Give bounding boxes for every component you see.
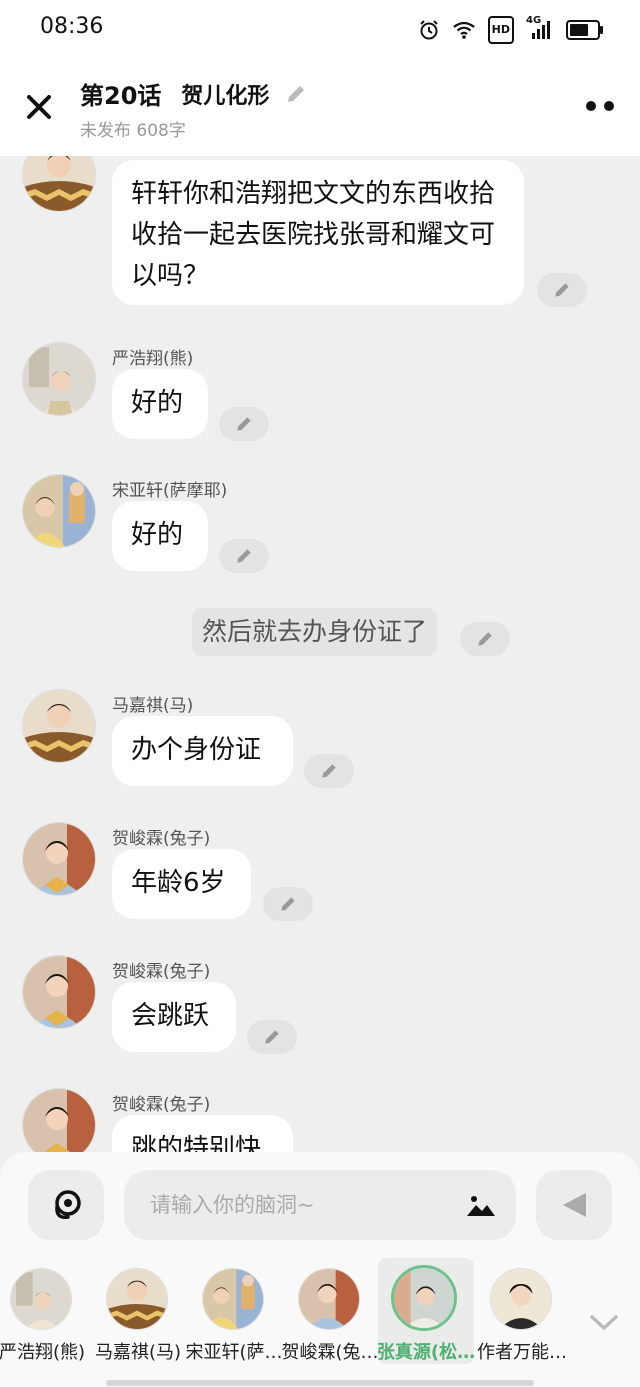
publish-status: 未发布 608字 — [80, 121, 186, 141]
send-button[interactable] — [536, 1170, 612, 1240]
edit-message-button[interactable] — [219, 539, 269, 573]
message-bubble[interactable]: 轩轩你和浩翔把文文的东西收拾收拾一起去医院找张哥和耀文可以吗？ — [112, 160, 524, 305]
battery-icon — [566, 20, 603, 40]
more-dot-icon — [586, 101, 596, 111]
chat-area[interactable]: 轩轩你和浩翔把文文的东西收拾收拾一起去医院找张哥和耀文可以吗？ 严浩翔(熊) 好… — [0, 156, 640, 1152]
status-bar: 08:36 HD 4G — [0, 0, 640, 58]
expand-roles-button[interactable] — [586, 1308, 622, 1338]
pencil-icon — [237, 417, 251, 431]
pencil-icon — [555, 283, 569, 297]
edit-message-button[interactable] — [219, 407, 269, 441]
voice-swirl-icon — [55, 1190, 81, 1220]
role-item[interactable]: 作者万能… — [474, 1258, 570, 1364]
message-bubble[interactable]: 办个身份证 — [112, 716, 293, 786]
narration-text[interactable]: 然后就去办身份证了 — [192, 608, 438, 656]
role-avatar — [202, 1268, 264, 1330]
role-item[interactable]: 贺峻霖(兔… — [281, 1258, 379, 1364]
sender-name: 严浩翔(熊) — [112, 349, 194, 369]
alarm-icon — [418, 18, 440, 42]
avatar[interactable] — [22, 955, 96, 1029]
pencil-icon — [322, 764, 336, 778]
episode-number: 第20话 — [80, 82, 162, 110]
role-item[interactable]: 宋亚轩(萨… — [185, 1258, 283, 1364]
close-button[interactable] — [20, 88, 58, 126]
role-selector: 严浩翔(熊) 马嘉祺(马) 宋亚轩(萨… 贺峻霖(兔… 张真源(松… 作者万能… — [0, 1258, 640, 1364]
sender-name: 贺峻霖(兔子) — [112, 1095, 211, 1115]
more-dot-icon — [604, 101, 614, 111]
avatar[interactable] — [22, 156, 96, 212]
role-avatar — [490, 1268, 552, 1330]
message-bubble[interactable]: 好的 — [112, 501, 208, 571]
pencil-icon — [237, 549, 251, 563]
role-item-selected[interactable]: 张真源(松… — [377, 1258, 475, 1364]
pencil-icon — [265, 1030, 279, 1044]
episode-title: 第20话 贺儿化形 — [80, 76, 309, 111]
more-options-button[interactable] — [584, 96, 616, 116]
avatar[interactable] — [22, 474, 96, 548]
pencil-icon — [281, 897, 295, 911]
status-time: 08:36 — [40, 14, 104, 39]
avatar[interactable] — [22, 1088, 96, 1152]
network-label: 4G — [526, 15, 542, 26]
status-icons: HD 4G — [418, 15, 603, 44]
editor-header: 第20话 贺儿化形 未发布 608字 — [0, 58, 640, 156]
hd-icon: HD — [487, 16, 514, 44]
sender-name: 宋亚轩(萨摩耶) — [112, 481, 228, 501]
role-name: 马嘉祺(马) — [94, 1342, 182, 1363]
role-name: 宋亚轩(萨… — [185, 1342, 283, 1363]
pencil-icon — [288, 85, 305, 102]
avatar[interactable] — [22, 822, 96, 896]
role-avatar — [298, 1268, 360, 1330]
role-name: 严浩翔(熊) — [0, 1342, 86, 1363]
avatar[interactable] — [22, 689, 96, 763]
role-avatar — [10, 1268, 72, 1330]
message-input-container — [124, 1170, 516, 1240]
role-avatar — [106, 1268, 168, 1330]
role-name: 张真源(松… — [376, 1342, 476, 1363]
role-item[interactable]: 马嘉祺(马) — [90, 1258, 186, 1364]
sender-name: 贺峻霖(兔子) — [112, 829, 211, 849]
edit-title-button[interactable] — [283, 81, 309, 107]
send-arrow-icon — [563, 1193, 586, 1217]
message-input[interactable] — [150, 1170, 440, 1240]
role-name: 贺峻霖(兔… — [281, 1342, 379, 1363]
close-icon — [27, 95, 51, 119]
insert-image-button[interactable] — [464, 1190, 498, 1220]
chapter-title: 贺儿化形 — [181, 83, 270, 109]
edit-message-button[interactable] — [304, 754, 354, 788]
role-avatar — [391, 1265, 457, 1331]
message-bubble[interactable]: 好的 — [112, 369, 208, 439]
message-bubble[interactable]: 年龄6岁 — [112, 849, 251, 919]
edit-message-button[interactable] — [537, 273, 587, 307]
avatar[interactable] — [22, 342, 96, 416]
pencil-icon — [478, 632, 492, 646]
message-bubble[interactable]: 跳的特别快 — [112, 1115, 293, 1152]
image-icon — [467, 1196, 495, 1216]
composer-panel: 严浩翔(熊) 马嘉祺(马) 宋亚轩(萨… 贺峻霖(兔… 张真源(松… — [0, 1152, 640, 1387]
edit-narration-button[interactable] — [460, 622, 510, 656]
role-scroll-indicator — [106, 1380, 534, 1386]
edit-message-button[interactable] — [247, 1020, 297, 1054]
edit-message-button[interactable] — [263, 887, 313, 921]
role-name: 作者万能… — [477, 1342, 567, 1363]
chevron-down-icon — [590, 1315, 618, 1330]
sender-name: 贺峻霖(兔子) — [112, 962, 211, 982]
signal-4g-icon: 4G — [526, 15, 554, 42]
sender-name: 马嘉祺(马) — [112, 696, 194, 716]
wifi-icon — [452, 18, 476, 42]
role-item[interactable]: 严浩翔(熊) — [0, 1258, 90, 1364]
message-bubble[interactable]: 会跳跃 — [112, 982, 236, 1052]
voice-input-button[interactable] — [28, 1170, 104, 1240]
